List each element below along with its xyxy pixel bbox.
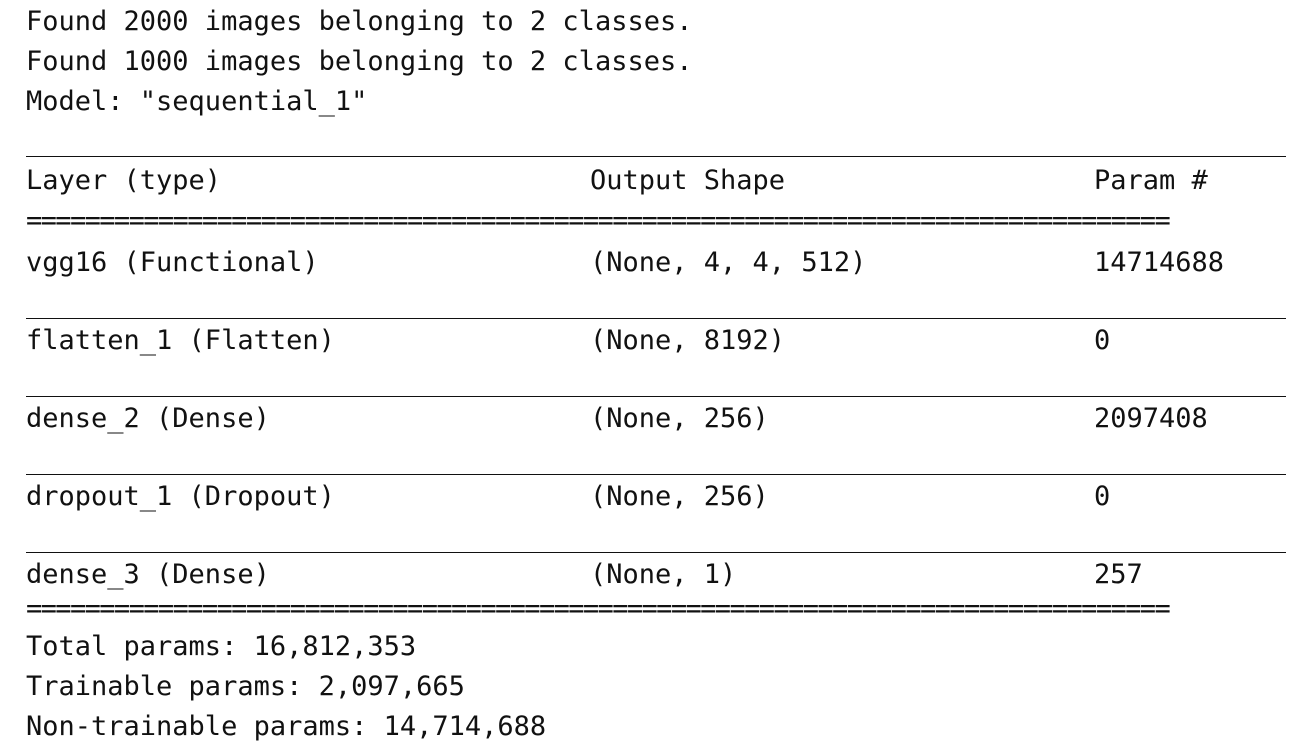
row-separator — [26, 552, 1286, 553]
row-layer: vgg16 (Functional) — [26, 247, 319, 278]
header-output-shape: Output Shape — [590, 165, 786, 196]
trainable-params: Trainable params: 2,097,665 — [26, 671, 465, 702]
row-param: 0 — [1094, 325, 1111, 356]
row-param: 2097408 — [1094, 403, 1208, 434]
total-params: Total params: 16,812,353 — [26, 631, 417, 662]
row-shape: (None, 8192) — [590, 325, 786, 356]
header-layer-type: Layer (type) — [26, 165, 222, 196]
row-shape: (None, 1) — [590, 559, 737, 590]
log-line-train-images: Found 2000 images belonging to 2 classes… — [26, 6, 693, 37]
table-row: dropout_1 (Dropout) (None, 256) 0 — [26, 475, 1288, 553]
table-row: vgg16 (Functional) (None, 4, 4, 512) 147… — [26, 241, 1288, 319]
row-layer: dense_2 (Dense) — [26, 403, 270, 434]
row-param: 0 — [1094, 481, 1111, 512]
row-shape: (None, 4, 4, 512) — [590, 247, 867, 278]
row-shape: (None, 256) — [590, 403, 769, 434]
table-top-rule — [26, 156, 1286, 157]
footer-double-rule: ========================================… — [26, 595, 1171, 624]
row-layer: flatten_1 (Flatten) — [26, 325, 335, 356]
table-row: dense_3 (Dense) (None, 1) 257 — [26, 555, 1288, 595]
row-layer: dense_3 (Dense) — [26, 559, 270, 590]
table-row: dense_2 (Dense) (None, 256) 2097408 — [26, 397, 1288, 475]
model-summary-output: Found 2000 images belonging to 2 classes… — [26, 2, 1288, 747]
row-shape: (None, 256) — [590, 481, 769, 512]
log-line-validation-images: Found 1000 images belonging to 2 classes… — [26, 46, 693, 77]
model-name-line: Model: "sequential_1" — [26, 86, 368, 117]
row-layer: dropout_1 (Dropout) — [26, 481, 335, 512]
header-double-rule: ========================================… — [26, 205, 1171, 236]
row-param: 14714688 — [1094, 247, 1225, 278]
table-header-row: Layer (type) Output Shape Param # — [26, 161, 1288, 201]
table-row: flatten_1 (Flatten) (None, 8192) 0 — [26, 319, 1288, 397]
non-trainable-params: Non-trainable params: 14,714,688 — [26, 711, 547, 742]
header-param-count: Param # — [1094, 165, 1208, 196]
row-param: 257 — [1094, 559, 1143, 590]
